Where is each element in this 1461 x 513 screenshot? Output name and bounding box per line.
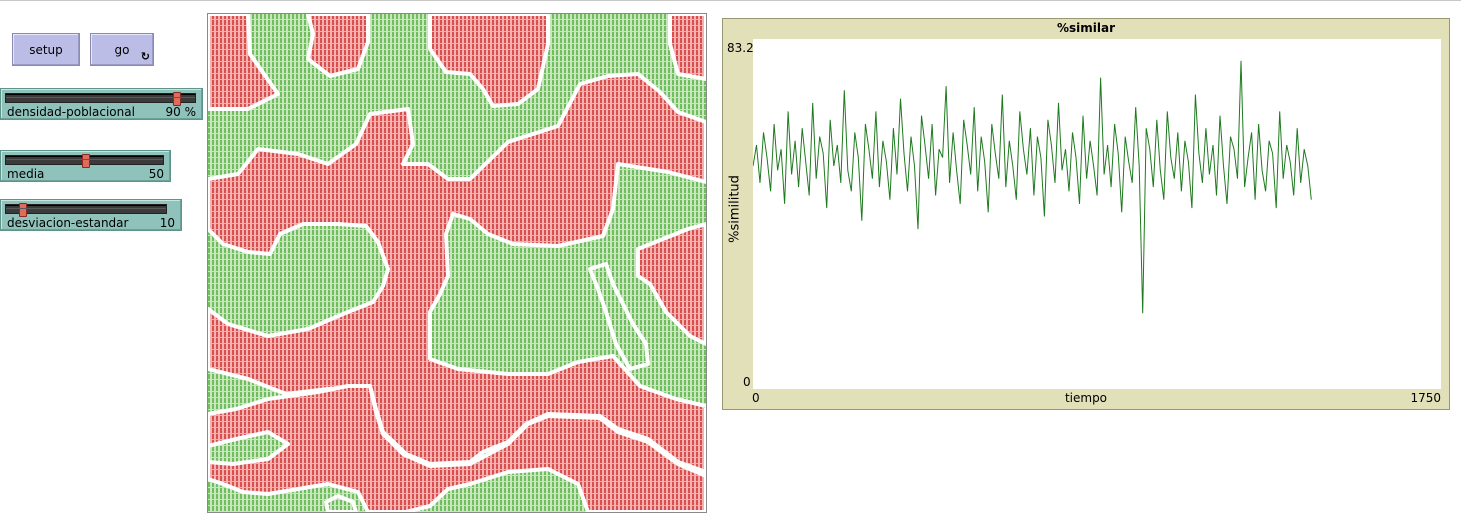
y-max-label: 83.2 <box>727 41 754 55</box>
slider-label: densidad-poblacional <box>7 105 135 119</box>
slider-knob[interactable] <box>173 92 182 106</box>
slider-value: 90 % <box>165 105 197 119</box>
slider-knob[interactable] <box>81 154 90 168</box>
plot-canvas <box>752 60 1312 314</box>
series-line-similitud <box>752 60 1312 314</box>
slider-densidad-poblacional[interactable]: densidad-poblacional 90 % <box>0 88 203 120</box>
setup-button[interactable]: setup <box>12 33 80 66</box>
top-divider <box>0 0 1461 1</box>
world-view[interactable] <box>207 13 707 513</box>
slider-value: 10 <box>159 216 175 230</box>
slider-track[interactable] <box>5 154 164 168</box>
slider-label: media <box>7 167 45 181</box>
plot-similar[interactable]: %similar 83.2 0 %similitud 0 tiempo 1750 <box>722 18 1450 410</box>
slider-media[interactable]: media 50 <box>0 150 171 182</box>
slider-value: 50 <box>148 167 164 181</box>
slider-label: desviacion-estandar <box>7 216 129 230</box>
slider-track[interactable] <box>5 203 167 217</box>
go-button[interactable]: go ↻ <box>90 33 154 66</box>
go-button-label: go <box>114 42 130 57</box>
plot-area <box>752 39 1441 389</box>
x-axis-label: tiempo <box>1064 391 1108 405</box>
forever-arrows-icon: ↻ <box>140 50 150 63</box>
y-axis-label: %similitud <box>727 175 743 243</box>
setup-button-label: setup <box>29 42 63 57</box>
y-min-label: 0 <box>743 375 751 389</box>
slider-knob[interactable] <box>19 203 27 217</box>
slider-track[interactable] <box>5 92 196 106</box>
plot-title: %similar <box>1056 21 1116 35</box>
x-max-label: 1750 <box>1410 391 1441 405</box>
world-canvas <box>208 14 706 512</box>
slider-desviacion-estandar[interactable]: desviacion-estandar 10 <box>0 199 182 231</box>
